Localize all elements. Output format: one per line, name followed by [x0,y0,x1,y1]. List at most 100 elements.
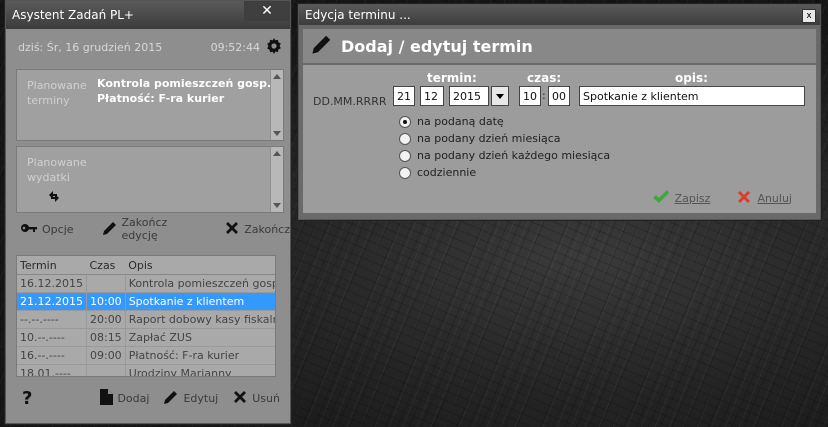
col-czas-header[interactable]: Czas [86,256,126,275]
save-label: Zapisz [674,191,711,205]
planned-expenses-panel: Planowane wydatki [16,146,284,213]
table-row-selected[interactable]: 21.12.2015 10:00 Spotkanie z klientem [17,292,275,311]
checkmark-icon [652,189,670,208]
help-icon: ? [22,387,33,409]
x-mark-icon [736,189,752,208]
refresh-icon[interactable] [47,189,61,206]
dialog-heading: Dodaj / edytuj termin [341,36,533,56]
edit-button[interactable]: Edytuj [163,389,218,408]
table-row[interactable]: 18.01.---- Urodziny Marianny [17,364,275,376]
planned-task-line: Płatność: F-ra kurier [97,92,225,105]
today-date: dziś: Śr, 16 grudzień 2015 [18,40,163,54]
pencil-icon [102,220,118,239]
bottom-toolbar: ? Dodaj Edytuj Usuń [6,383,290,413]
planned-tasks-list: Kontrola pomieszczeń gosp. Płatność: F-r… [97,76,271,106]
exit-button[interactable]: Zakończ [224,220,290,239]
cell-termin: 10.--.---- [17,328,87,347]
cell-czas: 09:00 [86,346,126,365]
table-header-row: Termin Czas Opis [17,256,275,275]
scroll-up-icon[interactable] [273,74,281,79]
dialog-form: termin: czas: opis: DD.MM.RRRR : na poda… [303,65,816,213]
current-time: 09:52:44 [210,40,260,54]
left-close-button[interactable]: ✕ [244,1,290,21]
planned-scrollbar[interactable] [270,70,283,140]
close-icon: ✕ [261,3,273,19]
cell-czas [86,364,126,376]
col-termin-header[interactable]: Termin [17,256,87,275]
radio-every-month[interactable]: na podany dzień każdego miesiąca [399,149,610,162]
delete-button[interactable]: Usuń [232,389,280,408]
radio-daily[interactable]: codziennie [399,166,476,179]
save-button[interactable]: Zapisz [652,189,711,208]
planned-tasks-panel: Planowane terminy Kontrola pomieszczeń g… [16,69,284,141]
radio-given-date[interactable]: na podaną datę [399,115,504,128]
description-input[interactable] [579,86,805,106]
cell-czas: 10:00 [86,292,126,311]
scroll-down-icon[interactable] [273,203,281,208]
planned-tasks-label: Planowane terminy [27,79,87,107]
right-close-button[interactable]: x [802,9,816,23]
options-button[interactable]: Opcje [20,220,74,239]
planned-task-line: Kontrola pomieszczeń gosp. [97,77,272,90]
col-opis-header[interactable]: Opis [125,256,275,275]
date-bar: dziś: Śr, 16 grudzień 2015 09:52:44 [6,29,290,65]
dialog-footer: Zapisz Anuluj [303,183,816,213]
cell-termin: 21.12.2015 [17,292,87,311]
hour-input[interactable] [519,86,541,106]
scroll-down-icon[interactable] [273,131,281,136]
cell-termin: 18.01.---- [17,364,87,376]
table-row[interactable]: 16.12.2015 Kontrola pomieszczeń gosp. [17,274,275,293]
key-icon [20,220,38,239]
right-titlebar[interactable]: Edycja terminu ... [299,5,820,25]
finish-edit-label: Zakończ edycję [121,216,168,242]
right-window-title: Edycja terminu ... [305,8,411,22]
cell-opis: Płatność: F-ra kurier [125,346,275,365]
table-row[interactable]: 10.--.---- 08:15 Zapłać ZUS [17,328,275,347]
cancel-button[interactable]: Anuluj [736,189,792,208]
add-label: Dodaj [117,391,150,405]
edit-label: Edytuj [183,391,219,405]
cell-opis: Zapłać ZUS [125,328,275,347]
radio-unchecked-icon [399,166,411,179]
cell-termin: 16.12.2015 [17,274,87,293]
day-input[interactable] [393,86,415,106]
cell-termin: --.--.---- [17,310,87,329]
document-icon [100,388,114,408]
time-separator: : [542,89,546,102]
planned-expenses-label: Planowane wydatki [27,156,87,184]
year-input[interactable] [449,86,489,106]
table-row[interactable]: --.--.---- 20:00 Raport dobowy kasy fisk… [17,310,275,329]
cell-czas [86,274,126,293]
radio-label: codziennie [417,166,477,179]
cell-opis: Urodziny Marianny [125,364,275,376]
help-button[interactable]: ? [22,388,32,409]
gear-icon[interactable] [266,37,282,57]
opis-column-label: opis: [675,71,708,85]
main-toolbar: Opcje Zakończ edycję Zakończ [6,214,290,244]
x-mark-icon [232,389,248,408]
cell-czas: 08:15 [86,328,126,347]
radio-checked-icon [399,115,411,128]
add-button[interactable]: Dodaj [100,388,150,408]
year-dropdown-button[interactable] [491,86,509,106]
month-input[interactable] [420,86,444,106]
edit-term-dialog: Edycja terminu ... x Dodaj / edytuj term… [298,4,821,220]
options-label: Opcje [42,222,74,236]
table-row[interactable]: 16.--.---- 09:00 Płatność: F-ra kurier [17,346,275,365]
scroll-up-icon[interactable] [273,151,281,156]
tasks-table: Termin Czas Opis 16.12.2015 Kontrola pom… [16,255,276,377]
finish-edit-button[interactable]: Zakończ edycję [102,216,203,242]
dialog-heading-bar: Dodaj / edytuj termin [303,29,816,63]
cancel-label: Anuluj [757,191,792,205]
exit-label: Zakończ [244,222,290,236]
radio-given-day-of-month[interactable]: na podany dzień miesiąca [399,132,561,145]
radio-unchecked-icon [399,132,411,145]
close-icon: x [806,11,812,21]
termin-column-label: termin: [427,71,477,85]
expenses-scrollbar[interactable] [270,147,283,212]
left-window-title: Asystent Zadań PL+ [12,8,134,22]
task-assistant-window: Asystent Zadań PL+ ✕ dziś: Śr, 16 grudzi… [5,0,291,424]
radio-unchecked-icon [399,149,411,162]
pencil-icon [163,389,179,408]
minute-input[interactable] [548,86,570,106]
